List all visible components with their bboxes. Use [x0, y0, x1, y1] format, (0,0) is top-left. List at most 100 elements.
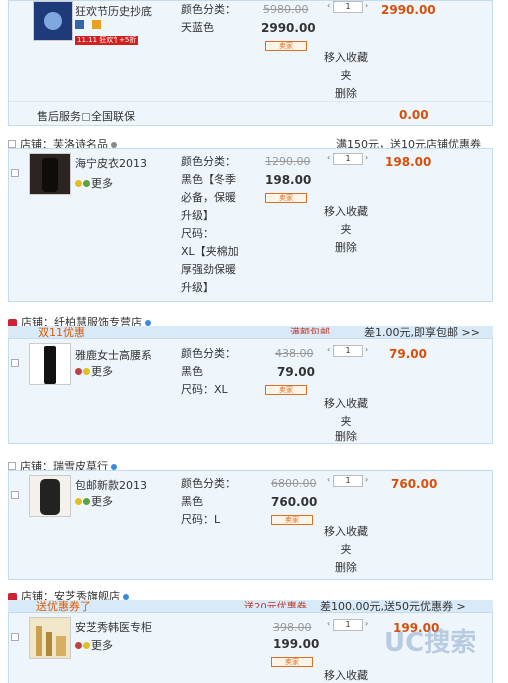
product-thumbnail[interactable] — [29, 153, 71, 195]
seven-day-icon — [75, 367, 82, 375]
tmall-icon — [75, 20, 84, 29]
attr-line: 升级】 — [181, 281, 214, 294]
bottle-icon — [46, 632, 52, 656]
qty-decrease-button[interactable]: ‹ — [327, 1, 332, 13]
move-to-favorites-link-cont[interactable]: 夹 — [320, 413, 372, 431]
seller-badge: 卖家 — [265, 41, 307, 51]
move-to-favorites-link-cont[interactable]: 夹 — [320, 67, 372, 85]
qty-decrease-button[interactable]: ‹ — [327, 475, 332, 487]
badge-1111: 11.11 狂欢节 — [75, 36, 123, 45]
qty-decrease-button[interactable]: ‹ — [327, 345, 332, 357]
product-title[interactable]: 包邮新款2013 — [75, 477, 175, 493]
qty-increase-button[interactable]: › — [365, 153, 370, 165]
watch-icon — [44, 12, 62, 30]
delete-link[interactable]: 删除 — [320, 559, 372, 577]
unit-price: 198.00 — [265, 173, 312, 187]
shop-checkbox[interactable] — [8, 140, 16, 148]
quantity-input[interactable]: 1 — [333, 345, 363, 357]
original-price: 5980.00 — [263, 3, 309, 16]
product-thumbnail[interactable] — [29, 475, 71, 517]
move-to-favorites-link[interactable]: 移入收藏 — [320, 203, 372, 221]
more-link[interactable]: 更多 — [91, 363, 113, 379]
shop-checkbox[interactable] — [8, 462, 16, 470]
attr-line: XL【夹棉加 — [181, 245, 239, 258]
original-price: 6800.00 — [271, 477, 317, 490]
quantity-input[interactable]: 1 — [333, 619, 363, 631]
product-title[interactable]: 海宁皮衣2013 — [75, 155, 175, 171]
item-checkbox[interactable] — [11, 633, 19, 641]
item-attributes: 颜色分类： 黑色 尺码：XL — [181, 345, 249, 399]
quantity-input[interactable]: 1 — [333, 1, 363, 13]
quantity-input[interactable]: 1 — [333, 475, 363, 487]
unit-price: 79.00 — [277, 365, 315, 379]
item-checkbox[interactable] — [11, 359, 19, 367]
attr-line: 升级】 — [181, 209, 214, 222]
guarantee-icon — [75, 179, 82, 187]
service-icons: 更多 — [75, 175, 114, 191]
item-checkbox[interactable] — [11, 169, 19, 177]
more-link[interactable]: 更多 — [91, 493, 113, 509]
delete-link[interactable]: 删除 — [320, 431, 372, 443]
service-icons: 更多 — [75, 493, 114, 509]
seven-day-icon — [83, 497, 90, 505]
product-thumbnail[interactable] — [33, 1, 73, 41]
original-price: 438.00 — [275, 347, 314, 360]
guarantee-icon — [75, 497, 82, 505]
seller-badge: 卖家 — [265, 385, 307, 395]
move-to-favorites-link[interactable]: 移入收藏 — [320, 667, 372, 683]
guarantee-icon — [83, 641, 90, 649]
item-attributes: 颜色分类： 黑色 尺码：L — [181, 475, 249, 529]
attr-line: 颜色分类： — [181, 3, 236, 16]
service-price: 0.00 — [399, 108, 429, 122]
product-title[interactable]: 狂欢节历史抄底 — [75, 3, 169, 19]
attr-line: 颜色分类： — [181, 347, 236, 360]
move-to-favorites-link[interactable]: 移入收藏 — [320, 523, 372, 541]
jacket-icon — [42, 158, 58, 192]
subtotal-price: 198.00 — [385, 155, 432, 169]
attr-line: 天蓝色 — [181, 21, 214, 34]
attr-line: 黑色【冬季 — [181, 173, 236, 186]
pants-icon — [44, 346, 56, 384]
subtotal-price: 2990.00 — [381, 3, 436, 17]
service-label-text: 售后服务 — [37, 110, 81, 123]
promo-mid[interactable]: 满额包邮 — [290, 324, 330, 334]
qty-increase-button[interactable]: › — [365, 475, 370, 487]
coat-icon — [40, 479, 60, 515]
more-link[interactable]: 更多 — [91, 175, 113, 191]
attr-line: 黑色 — [181, 365, 203, 378]
attr-line: 黑色 — [181, 495, 203, 508]
qty-decrease-button[interactable]: ‹ — [327, 153, 332, 165]
move-to-favorites-link-cont[interactable]: 夹 — [320, 541, 372, 559]
qty-increase-button[interactable]: › — [365, 1, 370, 13]
service-label: 售后服务 全国联保 — [37, 108, 135, 124]
seller-badge: 卖家 — [271, 515, 313, 525]
service-divider — [9, 101, 492, 102]
promo-mid[interactable]: 送20元优惠券 — [244, 598, 307, 608]
seller-badge: 卖家 — [265, 193, 307, 203]
move-to-favorites-link[interactable]: 移入收藏 — [320, 49, 372, 67]
move-to-favorites-link[interactable]: 移入收藏 — [320, 395, 372, 413]
service-value: 全国联保 — [91, 110, 135, 123]
badge-discount: +5折 — [117, 36, 139, 45]
watermark-logo: UC搜索 — [384, 622, 476, 659]
product-title[interactable]: 雅鹿女士高腰系 — [75, 347, 175, 363]
quantity-input[interactable]: 1 — [333, 153, 363, 165]
bottle-icon — [56, 636, 66, 656]
qty-decrease-button[interactable]: ‹ — [327, 619, 332, 631]
seller-badge: 卖家 — [271, 657, 313, 667]
service-icons: 更多 — [75, 637, 114, 653]
attr-line: 颜色分类： — [181, 477, 236, 490]
more-link[interactable]: 更多 — [91, 637, 113, 653]
item-checkbox[interactable] — [11, 491, 19, 499]
guarantee-icon — [83, 367, 90, 375]
attr-line: 必备，保暖 — [181, 191, 236, 204]
product-thumbnail[interactable] — [29, 617, 71, 659]
delete-link[interactable]: 删除 — [320, 239, 372, 257]
product-title[interactable]: 安芝秀韩医专柜 — [75, 619, 175, 635]
qty-increase-button[interactable]: › — [365, 619, 370, 631]
qty-increase-button[interactable]: › — [365, 345, 370, 357]
watermark-text: UC搜索 — [384, 628, 477, 658]
service-icons: 更多 — [75, 363, 114, 379]
move-to-favorites-link-cont[interactable]: 夹 — [320, 221, 372, 239]
product-thumbnail[interactable] — [29, 343, 71, 385]
